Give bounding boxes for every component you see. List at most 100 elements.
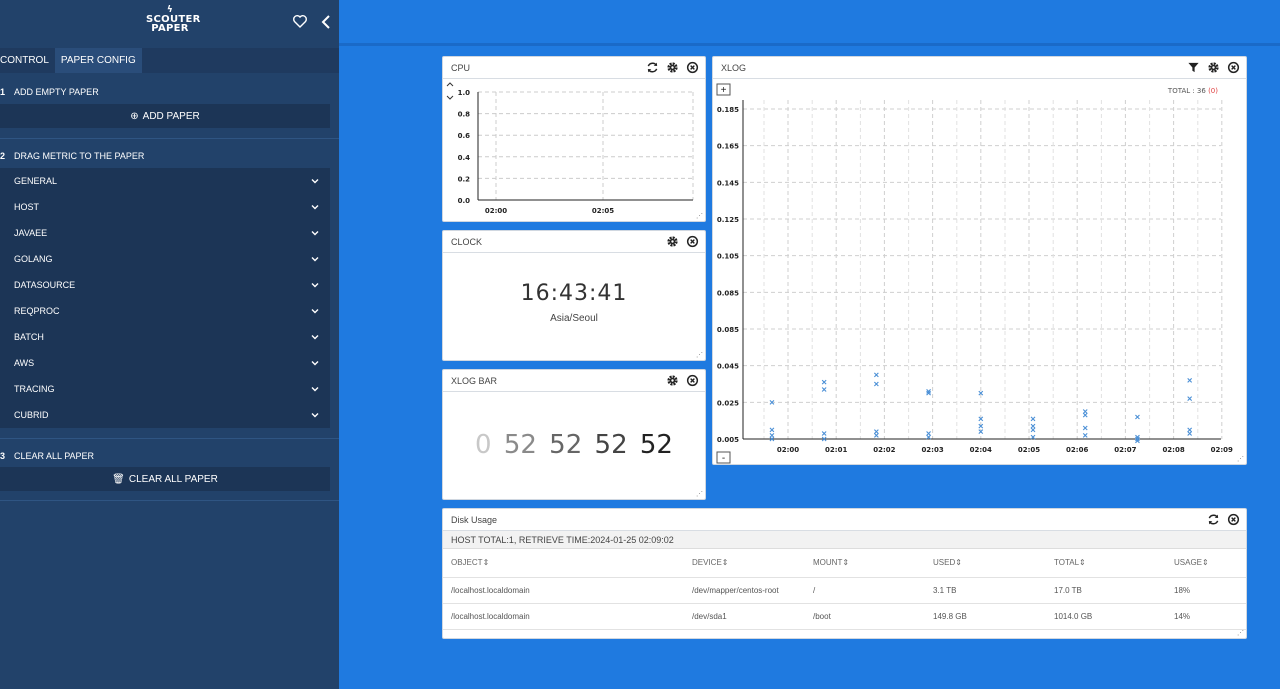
- column-header-mount[interactable]: MOUNT⇕: [805, 549, 925, 578]
- metric-group-datasource[interactable]: DATASOURCE: [0, 272, 330, 298]
- zoom-in-button[interactable]: +: [716, 83, 731, 96]
- gear-icon[interactable]: [666, 235, 679, 248]
- metric-group-tracing[interactable]: TRACING: [0, 376, 330, 402]
- cell-used: 3.1 TB: [925, 577, 1046, 604]
- refresh-icon[interactable]: [1207, 513, 1220, 526]
- xlog-point: [1082, 425, 1088, 431]
- zoom-out-button[interactable]: -: [716, 451, 731, 464]
- panel-tools: [1187, 61, 1240, 74]
- tab-control[interactable]: CONTROL: [0, 48, 55, 73]
- sidebar: ϟ SCOUTER PAPER CONTROL PAPER CONFIG 1 A…: [0, 0, 339, 689]
- resize-handle-icon[interactable]: ⋰: [1237, 455, 1244, 463]
- svg-text:-: -: [722, 453, 725, 464]
- cell-object: /localhost.localdomain: [443, 603, 684, 630]
- step-label: CLEAR ALL PAPER: [14, 451, 95, 461]
- xlog-point: [873, 372, 879, 378]
- metric-label: CUBRID: [14, 410, 49, 420]
- resize-handle-icon[interactable]: ⋰: [696, 351, 703, 359]
- heart-icon[interactable]: [292, 13, 308, 29]
- panel-title-bar: XLOG BAR: [443, 370, 705, 392]
- xlog-point: [821, 387, 827, 392]
- filter-icon[interactable]: [1187, 61, 1200, 74]
- column-header-object[interactable]: OBJECT⇕: [443, 549, 684, 578]
- step-number: 1: [0, 87, 6, 97]
- panel-tools: [666, 235, 699, 248]
- divider: [0, 500, 339, 501]
- metric-group-golang[interactable]: GOLANG: [0, 246, 330, 272]
- close-icon[interactable]: [686, 235, 699, 248]
- cell-object: /localhost.localdomain: [443, 577, 684, 604]
- y-tick-label: 0.2: [458, 175, 471, 183]
- xlog-bar-value: 0: [475, 430, 492, 460]
- tab-paper-config[interactable]: PAPER CONFIG: [54, 48, 142, 73]
- metric-group-batch[interactable]: BATCH: [0, 324, 330, 350]
- chevron-down-icon: [311, 387, 319, 392]
- svg-text:+: +: [721, 85, 727, 96]
- y-tick-label: 0.025: [717, 399, 739, 407]
- xlog-point: [1030, 416, 1036, 422]
- column-header-device[interactable]: DEVICE⇕: [684, 549, 805, 578]
- xlog-point: [821, 431, 827, 436]
- gear-icon[interactable]: [666, 374, 679, 387]
- metric-label: GENERAL: [14, 176, 58, 186]
- panel-title: Disk Usage: [451, 514, 498, 525]
- close-icon[interactable]: [686, 374, 699, 387]
- disk-host-summary: HOST TOTAL:1, RETRIEVE TIME:2024-01-25 0…: [443, 531, 1246, 549]
- y-tick-label: 0.185: [717, 106, 739, 114]
- add-paper-button[interactable]: ⊕ ADD PAPER: [0, 104, 330, 128]
- column-header-usage[interactable]: USAGE⇕: [1166, 549, 1246, 578]
- metric-group-cubrid[interactable]: CUBRID: [0, 402, 330, 428]
- chevron-down-icon: [311, 335, 319, 340]
- cell-mount: /: [805, 577, 925, 604]
- header-line: [339, 43, 1280, 46]
- metric-group-aws[interactable]: AWS: [0, 350, 330, 376]
- y-tick-label: 0.045: [717, 363, 739, 371]
- clear-all-paper-button[interactable]: 🗑 CLEAR ALL PAPER: [0, 467, 330, 491]
- gear-icon[interactable]: [666, 61, 679, 74]
- metric-label: HOST: [14, 202, 40, 212]
- panel-title-bar: XLOG: [713, 57, 1246, 79]
- xlog-point: [1082, 412, 1088, 418]
- resize-handle-icon[interactable]: ⋰: [696, 490, 703, 498]
- close-icon[interactable]: [1227, 513, 1240, 526]
- close-icon[interactable]: [1227, 61, 1240, 74]
- resize-handle-icon[interactable]: ⋰: [1237, 629, 1244, 637]
- metric-group-host[interactable]: HOST: [0, 194, 330, 220]
- metric-group-general[interactable]: GENERAL: [0, 168, 330, 194]
- x-tick-label: 02:09: [1211, 446, 1233, 454]
- xlog-total-count: TOTAL : 36 (0): [1167, 87, 1218, 95]
- chevron-down-icon: [311, 205, 319, 210]
- sidebar-tabs: CONTROL PAPER CONFIG: [0, 48, 339, 73]
- table-row: /localhost.localdomain /dev/sda1 /boot 1…: [443, 603, 1246, 630]
- y-scale-arrows-icon: [446, 82, 454, 100]
- metric-group-reqproc[interactable]: REQPROC: [0, 298, 330, 324]
- xlog-point: [1030, 423, 1036, 429]
- step-drag-metric: 2 DRAG METRIC TO THE PAPER: [0, 151, 144, 161]
- step-label: DRAG METRIC TO THE PAPER: [14, 151, 145, 161]
- x-tick-label: 02:03: [921, 446, 943, 454]
- scouter-paper-logo[interactable]: ϟ SCOUTER PAPER: [146, 6, 200, 34]
- xlog-point: [1082, 409, 1088, 414]
- y-tick-label: 0.085: [717, 326, 739, 334]
- gear-icon[interactable]: [1207, 61, 1220, 74]
- x-tick-label: 02:05: [1018, 446, 1040, 454]
- xlog-point: [1187, 377, 1193, 383]
- resize-handle-icon[interactable]: ⋰: [696, 212, 703, 220]
- column-header-used[interactable]: USED⇕: [925, 549, 1046, 578]
- cell-usage: 18%: [1166, 577, 1246, 604]
- step-add-empty-paper: 1 ADD EMPTY PAPER: [0, 87, 99, 97]
- refresh-icon[interactable]: [646, 61, 659, 74]
- cpu-panel: CPU 1.0 0.8 0.6 0.4 0.2 0.0 02:00 02:05 ⋰: [442, 56, 706, 222]
- xlog-point: [1135, 414, 1140, 420]
- x-tick-label: 02:00: [777, 446, 799, 454]
- column-header-total[interactable]: TOTAL⇕: [1046, 549, 1166, 578]
- x-tick-label: 02:05: [592, 207, 614, 215]
- close-icon[interactable]: [686, 61, 699, 74]
- chevron-down-icon: [311, 231, 319, 236]
- chevron-left-icon[interactable]: [319, 14, 333, 30]
- metric-group-javaee[interactable]: JAVAEE: [0, 220, 330, 246]
- xlog-point: [873, 381, 879, 387]
- panel-title-bar: CLOCK: [443, 231, 705, 253]
- disk-usage-table: OBJECT⇕ DEVICE⇕ MOUNT⇕ USED⇕ TOTAL⇕ USAG…: [443, 549, 1246, 630]
- xlog-point: [1030, 427, 1036, 433]
